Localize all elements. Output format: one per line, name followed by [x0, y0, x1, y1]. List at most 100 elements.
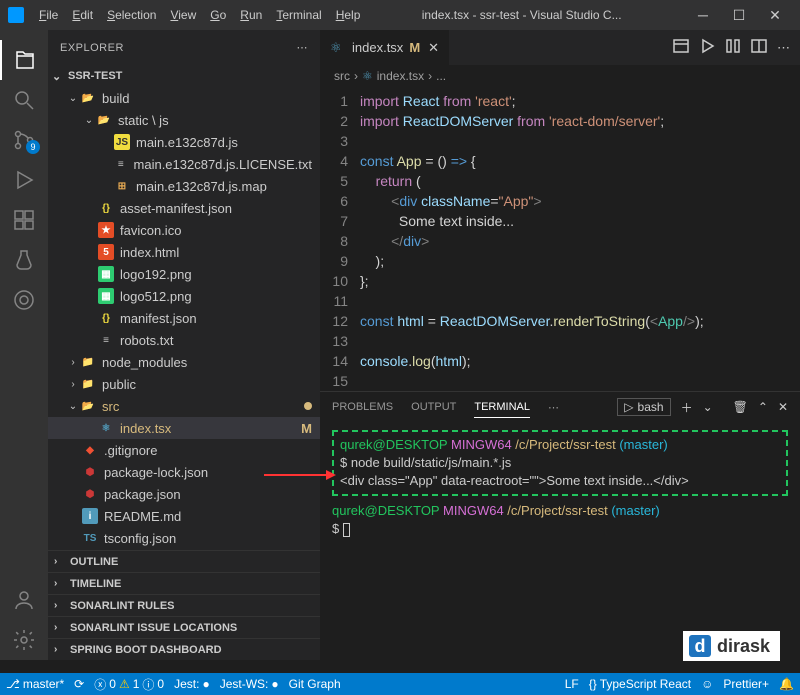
scm-badge: 9 [26, 140, 40, 154]
target-icon[interactable] [0, 280, 48, 320]
tab-index-tsx[interactable]: ⚛ index.tsx M ✕ [320, 30, 450, 65]
split-icon[interactable] [751, 38, 767, 57]
file-map[interactable]: ⊞main.e132c87d.js.map [48, 175, 320, 197]
folder-node-modules[interactable]: 📁node_modules [48, 351, 320, 373]
file-logo512[interactable]: ▦logo512.png [48, 285, 320, 307]
status-bell[interactable]: 🔔 [779, 677, 794, 691]
status-lang[interactable]: {} TypeScript React [589, 677, 691, 691]
explorer-more-icon[interactable]: ⋯ [297, 41, 309, 54]
explorer-icon[interactable] [0, 40, 48, 80]
file-index-tsx[interactable]: ⚛index.tsxM [48, 417, 320, 439]
debug-icon[interactable] [0, 160, 48, 200]
run-code-icon[interactable] [699, 38, 715, 57]
file-tsconfig[interactable]: TStsconfig.json [48, 527, 320, 549]
section-sonarlint-rules[interactable]: SONARLINT RULES [48, 594, 320, 616]
menu-selection[interactable]: Selection [100, 4, 163, 26]
status-sync[interactable]: ⟳ [74, 677, 84, 691]
code-editor[interactable]: 123456789101112131415 import React from … [320, 87, 800, 391]
maximize-panel-icon[interactable]: ⌃ [758, 400, 768, 414]
menu-run[interactable]: Run [233, 4, 269, 26]
file-main-js[interactable]: JSmain.e132c87d.js [48, 131, 320, 153]
test-icon[interactable] [0, 240, 48, 280]
activity-bar: 9 [0, 30, 48, 660]
close-button[interactable]: ✕ [758, 2, 792, 28]
file-index-html[interactable]: 5index.html [48, 241, 320, 263]
term-command: $ node build/static/js/main.*.js [340, 454, 780, 472]
status-prettier[interactable]: Prettier+ [723, 677, 769, 691]
extensions-icon[interactable] [0, 200, 48, 240]
tab-bar: ⚛ index.tsx M ✕ ⋯ [320, 30, 800, 65]
explorer-title: EXPLORER [60, 42, 124, 54]
maximize-button[interactable]: ☐ [722, 2, 756, 28]
terminal[interactable]: qurek@DESKTOP MINGW64 /c/Project/ssr-tes… [320, 422, 800, 546]
status-jest[interactable]: Jest: ● [174, 677, 210, 691]
search-icon[interactable] [0, 80, 48, 120]
project-name: SSR-TEST [68, 70, 122, 82]
menu-file[interactable]: File [32, 4, 65, 26]
project-header[interactable]: SSR-TEST [48, 65, 320, 87]
tab-more[interactable]: ⋯ [548, 397, 559, 418]
file-favicon[interactable]: ★favicon.ico [48, 219, 320, 241]
tab-modified: M [409, 40, 420, 55]
section-sonarlint-issues[interactable]: SONARLINT ISSUE LOCATIONS [48, 616, 320, 638]
status-jest-ws[interactable]: Jest-WS: ● [220, 677, 279, 691]
file-robots[interactable]: ≡robots.txt [48, 329, 320, 351]
section-outline[interactable]: OUTLINE [48, 550, 320, 572]
menu-view[interactable]: View [163, 4, 203, 26]
file-pkg[interactable]: ⬢package.json [48, 483, 320, 505]
gear-icon[interactable] [0, 620, 48, 660]
scm-icon[interactable]: 9 [0, 120, 48, 160]
file-license[interactable]: ≡main.e132c87d.js.LICENSE.txt [48, 153, 320, 175]
file-gitignore[interactable]: ◆.gitignore [48, 439, 320, 461]
file-asset-manifest[interactable]: {}asset-manifest.json [48, 197, 320, 219]
minimize-button[interactable]: ─ [686, 2, 720, 28]
tab-terminal[interactable]: TERMINAL [474, 397, 530, 418]
window-title: index.tsx - ssr-test - Visual Studio C..… [367, 8, 676, 22]
menu-help[interactable]: Help [329, 4, 368, 26]
status-bar: ⎇ master* ⟳ ⓧ 0 ⚠ 1 ⓘ 0 Jest: ● Jest-WS:… [0, 673, 800, 695]
account-icon[interactable] [0, 580, 48, 620]
diff-icon[interactable] [725, 38, 741, 57]
title-bar: File Edit Selection View Go Run Terminal… [0, 0, 800, 30]
section-timeline[interactable]: TIMELINE [48, 572, 320, 594]
new-terminal-icon[interactable]: ＋ [681, 399, 693, 416]
modified-badge: M [301, 421, 312, 436]
file-logo192[interactable]: ▦logo192.png [48, 263, 320, 285]
menu-edit[interactable]: Edit [65, 4, 100, 26]
close-panel-icon[interactable]: ✕ [778, 400, 788, 414]
status-feedback[interactable]: ☺ [701, 677, 713, 691]
dirask-watermark: d dirask [683, 631, 780, 661]
shell-selector[interactable]: ▷bash [617, 398, 670, 416]
editor-area: ⚛ index.tsx M ✕ ⋯ src› ⚛ index.tsx› ... … [320, 30, 800, 660]
file-readme[interactable]: iREADME.md [48, 505, 320, 527]
modified-dot-icon [304, 402, 312, 410]
status-gitgraph[interactable]: Git Graph [289, 677, 341, 691]
folder-build[interactable]: 📂build [48, 87, 320, 109]
tab-output[interactable]: OUTPUT [411, 397, 456, 417]
trash-icon[interactable]: 🗑 [733, 400, 748, 414]
code-content[interactable]: import React from 'react'; import ReactD… [360, 91, 800, 391]
breadcrumb[interactable]: src› ⚛ index.tsx› ... [320, 65, 800, 87]
folder-static[interactable]: 📂static \ js [48, 109, 320, 131]
vscode-icon [8, 7, 24, 23]
status-branch[interactable]: ⎇ master* [6, 677, 64, 691]
file-manifest[interactable]: {}manifest.json [48, 307, 320, 329]
arrow-annotation [264, 474, 334, 476]
folder-public[interactable]: 📁public [48, 373, 320, 395]
open-preview-icon[interactable] [673, 38, 689, 57]
menu-go[interactable]: Go [203, 4, 233, 26]
cursor [343, 523, 350, 537]
status-problems[interactable]: ⓧ 0 ⚠ 1 ⓘ 0 [94, 676, 164, 693]
line-numbers: 123456789101112131415 [320, 91, 360, 391]
explorer-sidebar: EXPLORER ⋯ SSR-TEST 📂build 📂static \ js J… [48, 30, 320, 660]
tab-close-icon[interactable]: ✕ [428, 40, 439, 56]
menu-terminal[interactable]: Terminal [269, 4, 328, 26]
status-lf[interactable]: LF [565, 677, 579, 691]
react-icon: ⚛ [330, 40, 346, 56]
folder-src[interactable]: 📂src [48, 395, 320, 417]
tab-problems[interactable]: PROBLEMS [332, 397, 393, 417]
file-pkg-lock[interactable]: ⬢package-lock.json [48, 461, 320, 483]
editor-more-icon[interactable]: ⋯ [777, 40, 790, 56]
section-spring-boot[interactable]: SPRING BOOT DASHBOARD [48, 638, 320, 660]
bottom-panel: PROBLEMS OUTPUT TERMINAL ⋯ ▷bash ＋ ⌄ 🗑 ⌃… [320, 391, 800, 621]
